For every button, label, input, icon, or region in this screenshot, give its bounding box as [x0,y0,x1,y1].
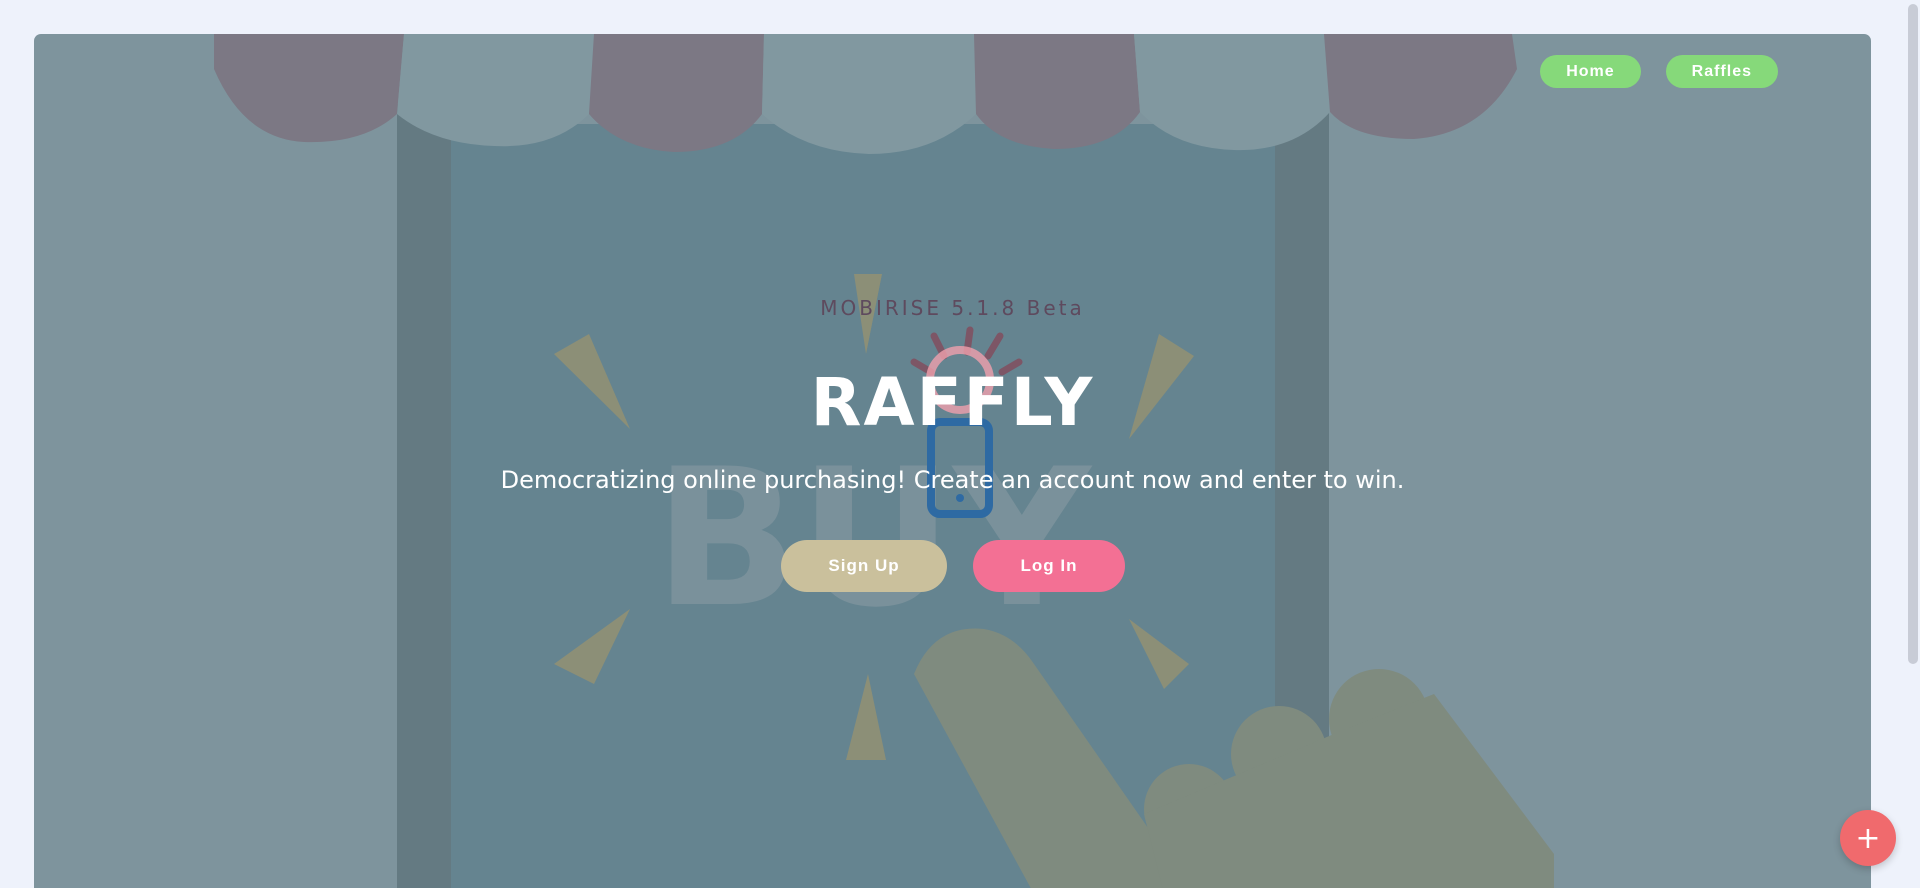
page-title: RAFFLY [810,364,1095,441]
hero-section: BUY Home Raffles MOBIRISE 5.1.8 Beta RAF… [34,34,1871,888]
hero-button-group: Sign Up Log In [34,540,1871,592]
signup-button[interactable]: Sign Up [781,540,947,592]
plus-icon: + [1855,820,1881,856]
scrollbar-thumb[interactable] [1908,4,1918,664]
nav-home-button[interactable]: Home [1540,55,1641,88]
add-block-button[interactable]: + [1840,810,1896,866]
version-badge: MOBIRISE 5.1.8 Beta [820,296,1085,320]
hero-subtitle: Democratizing online purchasing! Create … [500,466,1405,494]
nav-raffles-button[interactable]: Raffles [1665,55,1778,88]
scrollbar[interactable] [1906,0,1920,888]
shop-illustration-background: BUY [214,34,1554,888]
top-navigation: Home Raffles [1540,55,1778,88]
login-button[interactable]: Log In [973,540,1125,592]
background-buy-text: BUY [654,428,1093,649]
